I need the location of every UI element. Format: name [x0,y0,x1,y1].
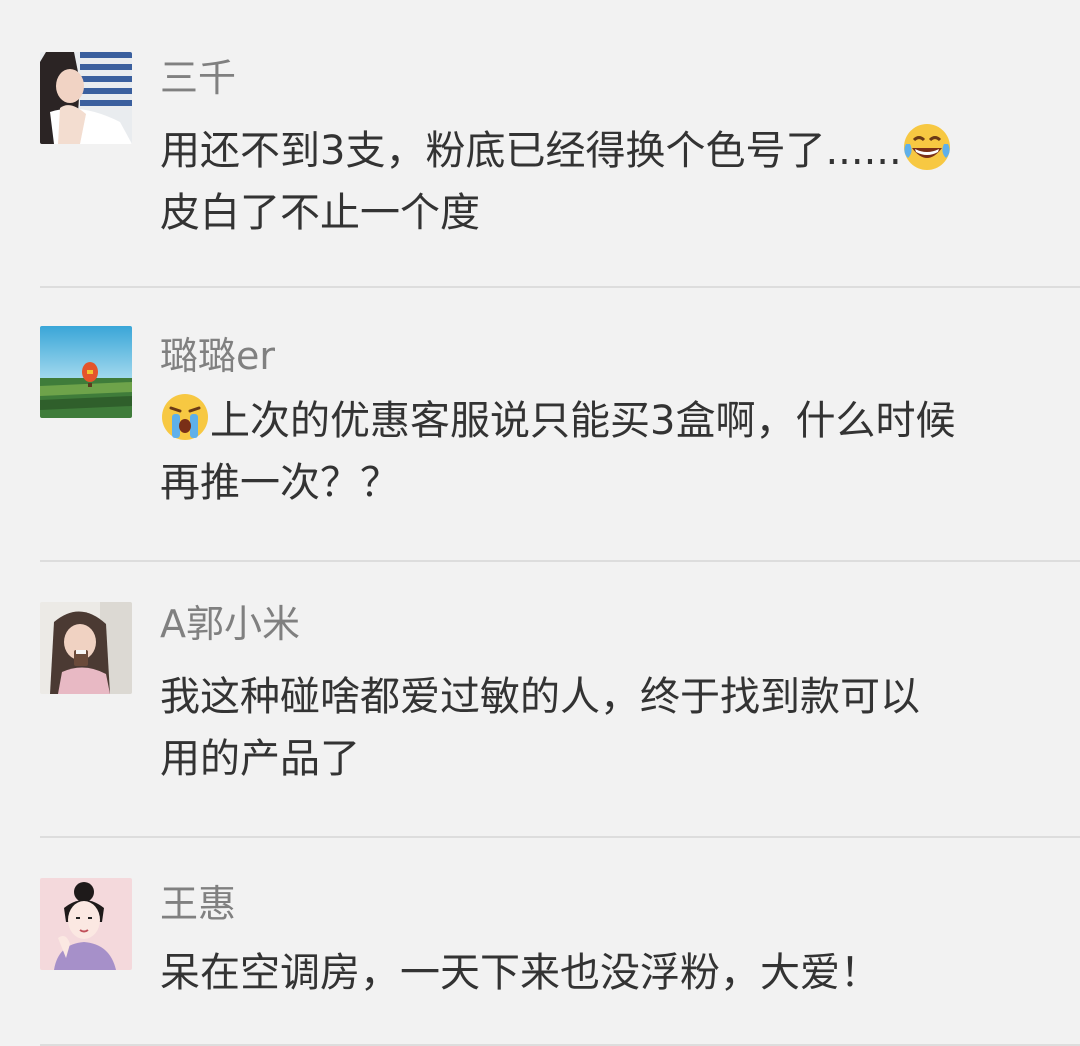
comment-item: 王惠 呆在空调房，一天下来也没浮粉，大爱！ [0,838,1080,1046]
comment-list: 三千 用还不到3支，粉底已经得换个色号了...... 皮白了不止一个度 璐璐er… [0,0,1080,1046]
comment-text: 我这种碰啥都爱过敏的人，终于找到款可以 用的产品了 [160,666,1050,790]
laughing-tears-emoji [902,122,952,172]
comment-text-line: 皮白了不止一个度 [160,190,480,236]
comment-text: 上次的优惠客服说只能买3盒啊，什么时候 再推一次？？ [160,390,1050,514]
comment-text-line: 我这种碰啥都爱过敏的人，终于找到款可以 [160,674,920,720]
comment-text-line: 用的产品了 [160,736,360,782]
comment-username[interactable]: A郭小米 [160,602,300,646]
comment-text: 用还不到3支，粉底已经得换个色号了...... 皮白了不止一个度 [160,120,1050,244]
comment-text-segment: 上次的优惠客服说只能买3盒啊，什么时候 [210,398,956,444]
comment-username[interactable]: 璐璐er [160,334,275,378]
avatar-girl-with-cup-icon[interactable] [40,602,132,694]
comment-username[interactable]: 三千 [160,56,236,100]
comment-text-line: 用还不到3支，粉底已经得换个色号了...... [160,120,1050,182]
avatar-hot-air-balloon-icon[interactable] [40,326,132,418]
comment-username[interactable]: 王惠 [160,882,236,926]
comment-item: A郭小米 我这种碰啥都爱过敏的人，终于找到款可以 用的产品了 [0,562,1080,838]
comment-item: 璐璐er 上次的优惠客服说只能买3盒啊，什么时候 再推一次？？ [0,288,1080,562]
crying-emoji [160,392,210,442]
comment-text-line: 呆在空调房，一天下来也没浮粉，大爱！ [160,950,880,996]
avatar-girl-striped-icon[interactable] [40,52,132,144]
comment-text-segment: 用还不到3支，粉底已经得换个色号了...... [160,128,902,174]
comment-text-line: 再推一次？？ [160,460,400,506]
comment-item: 三千 用还不到3支，粉底已经得换个色号了...... 皮白了不止一个度 [0,0,1080,288]
comment-text-line: 上次的优惠客服说只能买3盒啊，什么时候 [160,390,1050,452]
avatar-illustrated-woman-icon[interactable] [40,878,132,970]
comment-text: 呆在空调房，一天下来也没浮粉，大爱！ [160,942,1050,1004]
